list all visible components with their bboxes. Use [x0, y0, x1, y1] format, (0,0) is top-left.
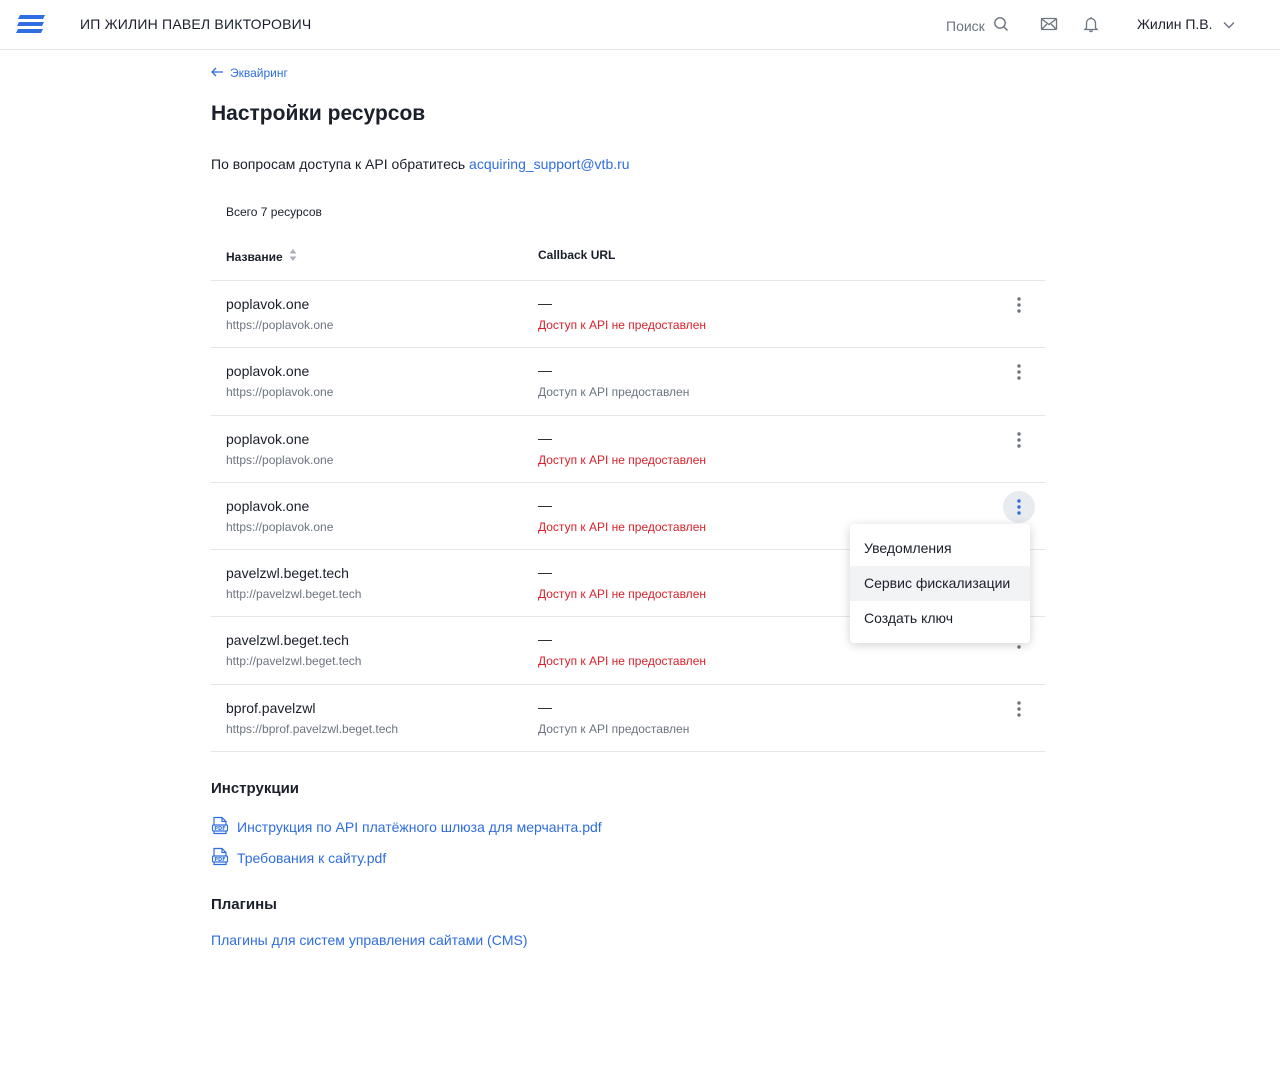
svg-text:PDF: PDF: [214, 826, 225, 832]
top-header: ИП ЖИЛИН ПАВЕЛ ВИКТОРОВИЧ Поиск Жилин П.…: [0, 0, 1280, 50]
arrow-left-icon: [211, 66, 224, 80]
mail-icon[interactable]: [1040, 15, 1058, 33]
api-access-status: Доступ к API не предоставлен: [538, 519, 706, 534]
api-access-status: Доступ к API предоставлен: [538, 385, 690, 400]
resource-name: poplavok.one: [226, 296, 310, 312]
instruction-link-site-requirements[interactable]: PDF Требования к сайту.pdf: [211, 847, 386, 869]
api-access-status: Доступ к API предоставлен: [538, 721, 690, 736]
pdf-icon: PDF: [211, 816, 230, 838]
more-vertical-icon: [1017, 499, 1021, 515]
callback-url: —: [538, 698, 552, 715]
callback-url: —: [538, 362, 552, 379]
user-name: Жилин П.В.: [1137, 16, 1213, 32]
total-resources: Всего 7 ресурсов: [226, 205, 322, 219]
back-link-label: Эквайринг: [230, 66, 288, 80]
row-actions-dropdown: Уведомления Сервис фискализации Создать кл…: [850, 524, 1030, 643]
api-access-status: Доступ к API не предоставлен: [538, 654, 706, 669]
dropdown-item[interactable]: Сервис фискализации: [850, 566, 1030, 601]
callback-url: —: [538, 295, 552, 311]
plugins-title: Плагины: [211, 896, 277, 913]
api-access-status: Доступ к API не предоставлен: [538, 587, 706, 602]
menu-logo-icon[interactable]: [16, 14, 46, 34]
instruction-link-api-label: Инструкция по API платёжного шлюза для м…: [237, 819, 602, 835]
company-name: ИП ЖИЛИН ПАВЕЛ ВИКТОРОВИЧ: [80, 16, 312, 32]
resource-url: https://poplavok.one: [226, 452, 334, 467]
resource-name: poplavok.one: [226, 497, 310, 514]
plugins-cms-link[interactable]: Плагины для систем управления сайтами (C…: [211, 932, 527, 948]
resource-url: https://bprof.pavelzwl.beget.tech: [226, 721, 399, 736]
resource-name: poplavok.one: [226, 430, 310, 447]
table-row[interactable]: poplavok.one https://poplavok.one — Доступ …: [211, 281, 1045, 349]
resource-url: https://poplavok.one: [226, 318, 334, 332]
back-link[interactable]: Эквайринг: [211, 66, 288, 80]
support-email-link[interactable]: acquiring_support@vtb.ru: [469, 156, 630, 172]
bell-icon[interactable]: [1082, 15, 1100, 33]
resource-url: http://pavelzwl.beget.tech: [226, 587, 362, 602]
instructions-title: Инструкции: [211, 780, 300, 797]
column-header-name[interactable]: Название: [226, 248, 297, 265]
callback-url: —: [538, 631, 552, 648]
resource-url: https://poplavok.one: [226, 385, 334, 400]
api-access-status: Доступ к API не предоставлен: [538, 318, 706, 332]
more-vertical-icon: [1017, 364, 1021, 380]
page-title: Настройки ресурсов: [211, 102, 426, 125]
search-label: Поиск: [946, 17, 985, 34]
resource-url: http://pavelzwl.beget.tech: [226, 654, 362, 669]
resources-table-body: poplavok.one https://poplavok.one — Доступ …: [211, 281, 1045, 753]
row-menu-button[interactable]: [1003, 356, 1035, 388]
callback-url: —: [538, 429, 552, 446]
search-button[interactable]: Поиск: [946, 16, 1009, 35]
api-note-text: По вопросам доступа к API обратитесь: [211, 156, 466, 172]
row-menu-button[interactable]: [1003, 289, 1035, 321]
resource-name: poplavok.one: [226, 363, 310, 380]
sort-icon: [289, 248, 297, 265]
row-menu-button[interactable]: [1003, 490, 1035, 523]
column-callback-label: Callback URL: [538, 248, 616, 262]
table-row[interactable]: poplavok.one https://poplavok.one — Доступ …: [211, 348, 1045, 416]
callback-url: —: [538, 564, 552, 581]
user-menu[interactable]: Жилин П.В.: [1137, 16, 1235, 32]
more-vertical-icon: [1017, 297, 1021, 313]
column-name-label: Название: [226, 249, 283, 264]
instruction-link-api[interactable]: PDF Инструкция по API платёжного шлюза д…: [211, 816, 602, 838]
more-vertical-icon: [1017, 431, 1021, 448]
table-row[interactable]: poplavok.one https://poplavok.one — Доступ …: [211, 416, 1045, 483]
api-access-status: Доступ к API не предоставлен: [538, 452, 706, 467]
table-row[interactable]: bprof.pavelzwl https://bprof.pavelzwl.beg…: [211, 685, 1045, 753]
resource-url: https://poplavok.one: [226, 519, 334, 534]
instruction-link-site-label: Требования к сайту.pdf: [237, 850, 387, 866]
callback-url: —: [538, 496, 552, 513]
chevron-down-icon: [1223, 16, 1235, 32]
search-icon: [993, 16, 1009, 35]
dropdown-item[interactable]: Уведомления: [850, 531, 1030, 566]
resource-name: pavelzwl.beget.tech: [226, 565, 349, 582]
row-menu-button[interactable]: [1003, 424, 1035, 456]
column-header-callback: Callback URL: [538, 248, 615, 262]
more-vertical-icon: [1017, 701, 1021, 717]
pdf-icon: PDF: [211, 847, 230, 869]
row-menu-button[interactable]: [1003, 693, 1035, 725]
resource-name: bprof.pavelzwl: [226, 699, 316, 716]
svg-text:PDF: PDF: [214, 857, 225, 863]
resource-name: pavelzwl.beget.tech: [226, 632, 349, 649]
api-access-note: По вопросам доступа к API обратитесь acq…: [211, 156, 630, 172]
dropdown-item[interactable]: Создать ключ: [850, 601, 1030, 636]
